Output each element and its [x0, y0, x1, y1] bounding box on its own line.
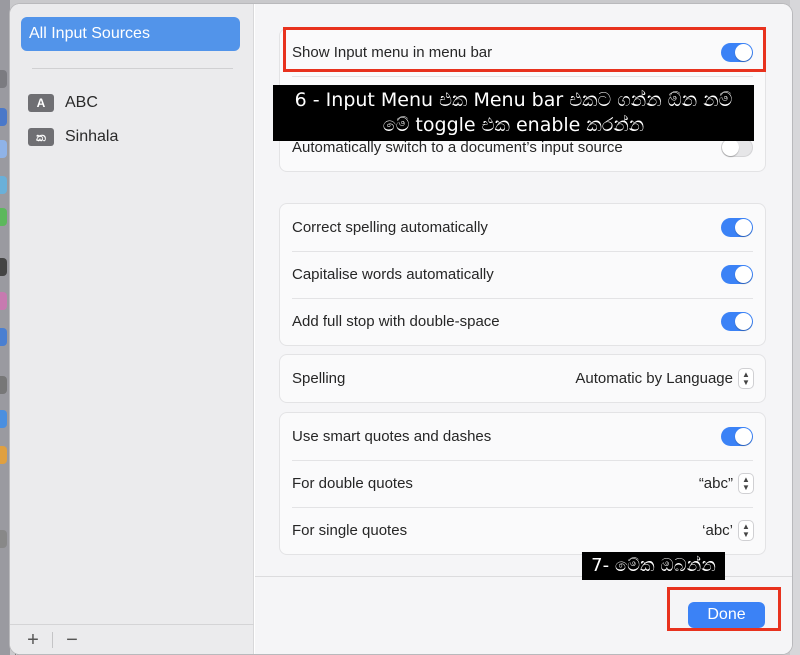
setting-label: Automatically switch to a document’s inp… — [292, 139, 623, 156]
abc-keyboard-icon: A — [28, 94, 54, 112]
input-source-label: Sinhala — [65, 128, 119, 145]
footer-divider — [52, 631, 53, 648]
background-app-icon — [0, 70, 7, 88]
background-app-icon — [0, 208, 7, 226]
annotation-highlight-show-input-menu — [283, 27, 766, 72]
annotation-highlight-done — [667, 587, 781, 631]
smart-quotes-toggle[interactable] — [721, 427, 753, 446]
setting-row-capitalise: Capitalise words automatically — [280, 251, 765, 298]
input-source-item-abc[interactable]: A ABC — [28, 92, 98, 114]
autocorrect-card: Correct spelling automatically Capitalis… — [279, 203, 766, 346]
setting-label: Correct spelling automatically — [292, 219, 488, 236]
background-app-icon — [0, 328, 7, 346]
sidebar-footer: + − — [10, 624, 254, 654]
setting-label: Use smart quotes and dashes — [292, 428, 492, 445]
add-input-source-button[interactable]: + — [22, 630, 44, 650]
sinhala-keyboard-icon: ක — [28, 128, 54, 146]
annotation-note-step-7: 7- මේක ඔබන්න — [582, 552, 725, 580]
input-sources-sidebar: All Input Sources A ABC ක Sinhala + − — [10, 4, 254, 654]
quotes-card: Use smart quotes and dashes For double q… — [279, 412, 766, 555]
annotation-note-line: 6 - Input Menu එක Menu bar එකට ගන්න ඕන න… — [294, 89, 733, 111]
setting-label: Add full stop with double-space — [292, 313, 500, 330]
setting-row-correct-spelling: Correct spelling automatically — [280, 204, 765, 251]
background-app-icon — [0, 376, 7, 394]
background-app-icon — [0, 446, 7, 464]
annotation-note-step-6: 6 - Input Menu එක Menu bar එකට ගන්න ඕන න… — [273, 85, 754, 141]
background-dock-strip — [0, 0, 10, 655]
chevron-up-down-icon: ▲ ▼ — [739, 521, 753, 540]
background-app-icon — [0, 530, 7, 548]
background-app-icon — [0, 258, 7, 276]
setting-row-single-quotes: For single quotes ‘abc’ ▲ ▼ — [280, 507, 765, 554]
capitalise-toggle[interactable] — [721, 265, 753, 284]
input-source-item-sinhala[interactable]: ක Sinhala — [28, 126, 118, 148]
toggle-knob — [722, 139, 739, 156]
background-app-icon — [0, 410, 7, 428]
setting-label: Capitalise words automatically — [292, 266, 494, 283]
setting-row-spelling: Spelling Automatic by Language ▲ ▼ — [280, 355, 765, 402]
single-quotes-popup[interactable]: ‘abc’ ▲ ▼ — [702, 521, 753, 540]
setting-row-smart-quotes: Use smart quotes and dashes — [280, 413, 765, 460]
annotation-note-line: මේ toggle එක enable කරන්න — [382, 114, 645, 136]
background-app-icon — [0, 176, 7, 194]
correct-spelling-toggle[interactable] — [721, 218, 753, 237]
input-source-label: ABC — [65, 94, 98, 111]
popup-value: “abc” — [698, 475, 733, 492]
chevron-up-down-icon: ▲ ▼ — [739, 369, 753, 388]
setting-row-full-stop: Add full stop with double-space — [280, 298, 765, 345]
spelling-language-popup[interactable]: Automatic by Language ▲ ▼ — [575, 369, 753, 388]
setting-label: For single quotes — [292, 522, 408, 539]
popup-value: ‘abc’ — [702, 522, 733, 539]
toggle-knob — [735, 266, 752, 283]
double-quotes-popup[interactable]: “abc” ▲ ▼ — [699, 474, 753, 493]
sidebar-divider — [32, 68, 233, 69]
toggle-knob — [735, 313, 752, 330]
spelling-card: Spelling Automatic by Language ▲ ▼ — [279, 354, 766, 403]
background-app-icon — [0, 108, 7, 126]
background-app-icon — [0, 140, 7, 158]
setting-row-double-quotes: For double quotes “abc” ▲ ▼ — [280, 460, 765, 507]
chevron-up-down-icon: ▲ ▼ — [739, 474, 753, 493]
background-app-icon — [0, 292, 7, 310]
toggle-knob — [735, 428, 752, 445]
setting-label: For double quotes — [292, 475, 413, 492]
full-stop-toggle[interactable] — [721, 312, 753, 331]
popup-value: Automatic by Language — [575, 370, 733, 387]
remove-input-source-button[interactable]: − — [61, 630, 83, 650]
toggle-knob — [735, 219, 752, 236]
setting-label: Spelling — [292, 370, 346, 387]
all-input-sources-item[interactable]: All Input Sources — [21, 17, 240, 51]
